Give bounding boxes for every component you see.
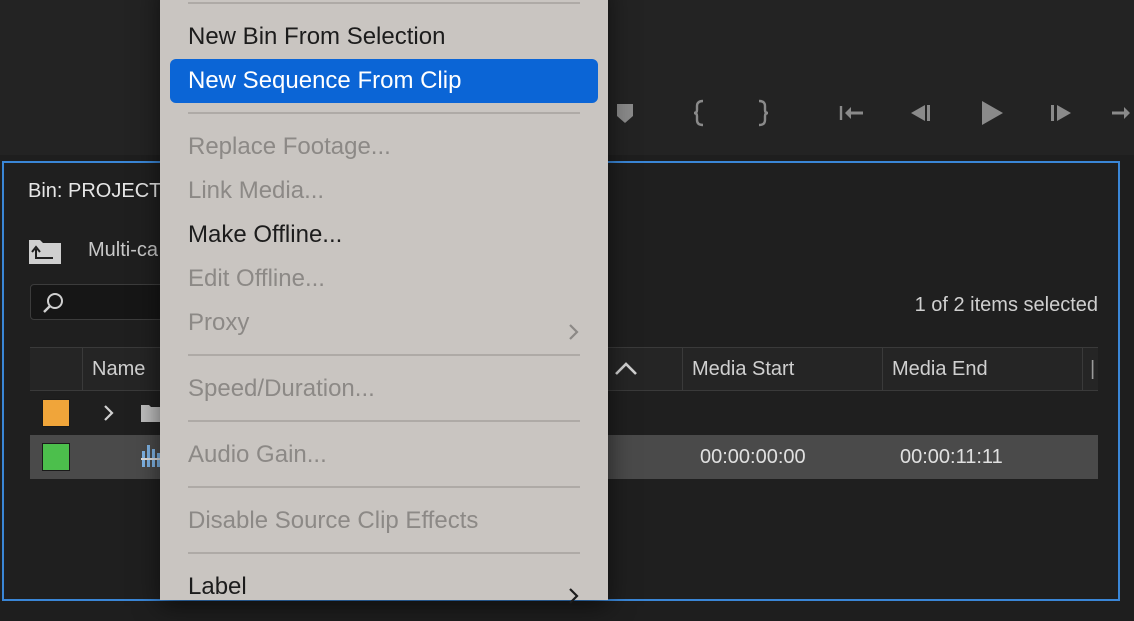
go-to-out-icon[interactable] bbox=[1110, 96, 1134, 130]
submenu-arrow-icon bbox=[568, 577, 580, 604]
menu-item-audio-gain[interactable]: Audio Gain... bbox=[170, 433, 598, 477]
menu-item-label-text: Label bbox=[188, 573, 247, 600]
items-selected-count: 1 of 2 items selected bbox=[914, 294, 1098, 316]
menu-item-label: Proxy bbox=[188, 309, 250, 336]
marker-icon[interactable] bbox=[610, 96, 640, 130]
bin-title: Bin: PROJECT bbox=[28, 180, 162, 202]
column-separator bbox=[1082, 348, 1083, 390]
context-menu: New Bin From Selection New Sequence From… bbox=[160, 0, 608, 604]
column-header-name[interactable]: Name bbox=[92, 348, 145, 390]
step-back-icon[interactable] bbox=[906, 96, 936, 130]
submenu-arrow-icon bbox=[568, 313, 580, 340]
menu-item-disable-source-clip-effects[interactable]: Disable Source Clip Effects bbox=[170, 499, 598, 543]
play-icon[interactable] bbox=[976, 96, 1006, 130]
mark-out-icon[interactable] bbox=[748, 96, 778, 130]
menu-item-link-media[interactable]: Link Media... bbox=[170, 169, 598, 213]
chevron-right-icon[interactable] bbox=[102, 403, 116, 423]
column-separator bbox=[682, 348, 683, 390]
column-separator bbox=[882, 348, 883, 390]
menu-item-new-sequence-from-clip[interactable]: New Sequence From Clip bbox=[170, 59, 598, 103]
menu-item-proxy[interactable]: Proxy bbox=[170, 301, 598, 345]
column-header-media-start[interactable]: Media Start bbox=[692, 348, 794, 390]
search-icon bbox=[41, 291, 65, 315]
media-start-value: 00:00:00:00 bbox=[700, 446, 806, 468]
menu-item-replace-footage[interactable]: Replace Footage... bbox=[170, 125, 598, 169]
mark-in-icon[interactable] bbox=[684, 96, 714, 130]
go-to-in-icon[interactable] bbox=[836, 96, 866, 130]
column-header-media-end[interactable]: Media End bbox=[892, 348, 988, 390]
folder-up-icon[interactable] bbox=[28, 237, 62, 265]
menu-separator bbox=[188, 354, 580, 356]
bin-path: Multi-ca bbox=[88, 239, 159, 261]
menu-separator bbox=[188, 2, 580, 4]
sort-ascending-icon[interactable] bbox=[613, 358, 639, 380]
menu-item-new-bin-from-selection[interactable]: New Bin From Selection bbox=[170, 15, 598, 59]
menu-item-label[interactable]: Label bbox=[170, 565, 598, 609]
column-header-truncated[interactable]: | bbox=[1090, 348, 1095, 390]
step-forward-icon[interactable] bbox=[1046, 96, 1076, 130]
menu-separator bbox=[188, 420, 580, 422]
menu-separator bbox=[188, 486, 580, 488]
menu-item-make-offline[interactable]: Make Offline... bbox=[170, 213, 598, 257]
column-separator bbox=[82, 348, 83, 390]
menu-item-edit-offline[interactable]: Edit Offline... bbox=[170, 257, 598, 301]
search-input[interactable] bbox=[30, 284, 170, 320]
menu-item-speed-duration[interactable]: Speed/Duration... bbox=[170, 367, 598, 411]
menu-separator bbox=[188, 552, 580, 554]
menu-separator bbox=[188, 112, 580, 114]
label-color-swatch[interactable] bbox=[42, 399, 70, 427]
label-color-swatch[interactable] bbox=[42, 443, 70, 471]
media-end-value: 00:00:11:11 bbox=[900, 446, 1003, 468]
